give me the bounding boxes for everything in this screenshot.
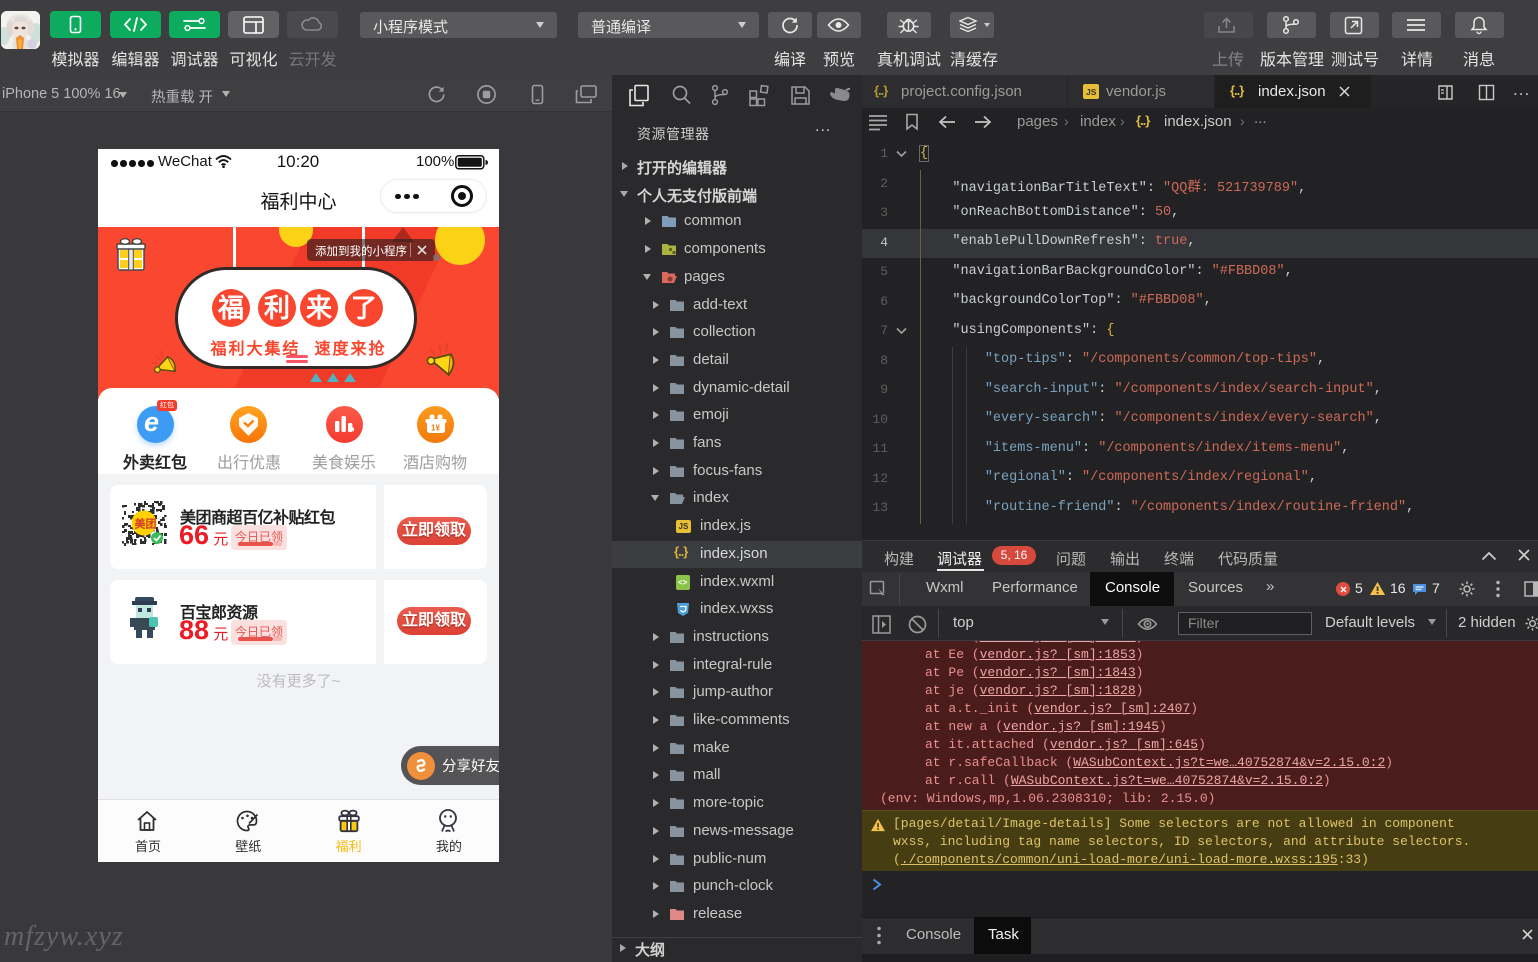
svg-text:1¥: 1¥ (431, 424, 440, 433)
svg-text:美团: 美团 (135, 516, 157, 532)
